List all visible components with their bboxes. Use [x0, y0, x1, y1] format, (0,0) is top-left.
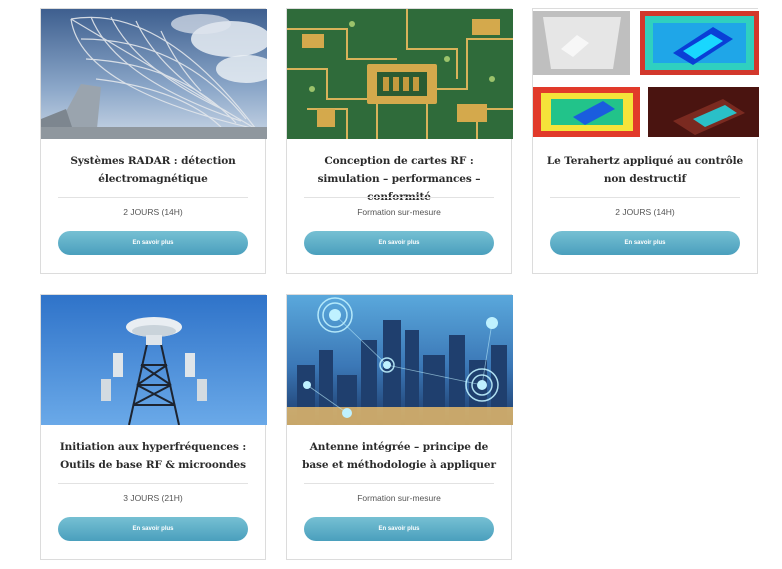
course-duration: Formation sur-mesure: [357, 207, 441, 217]
course-card: Systèmes RADAR : détection électromagnét…: [40, 8, 267, 274]
learn-more-button[interactable]: En savoir plus: [58, 231, 248, 255]
divider: [550, 197, 740, 198]
course-duration: Formation sur-mesure: [357, 493, 441, 503]
course-title: Systèmes RADAR : détection électromagnét…: [70, 155, 236, 185]
course-duration: 2 JOURS (14H): [123, 207, 183, 217]
learn-more-button[interactable]: En savoir plus: [304, 231, 494, 255]
antenna-tower-image[interactable]: [41, 295, 267, 425]
learn-more-button[interactable]: En savoir plus: [550, 231, 740, 255]
learn-more-button[interactable]: En savoir plus: [58, 517, 248, 541]
smart-city-image[interactable]: [287, 295, 513, 425]
learn-more-button[interactable]: En savoir plus: [304, 517, 494, 541]
course-card: Le Terahertz appliqué au contrôle non de…: [532, 8, 759, 274]
divider: [304, 197, 494, 198]
radar-dish-image[interactable]: [41, 9, 267, 139]
course-title: Antenne intégrée – principe de base et m…: [302, 441, 496, 471]
course-title: Le Terahertz appliqué au contrôle non de…: [546, 155, 744, 185]
course-title: Initiation aux hyperfréquences : Outils …: [59, 441, 247, 471]
course-card: Initiation aux hyperfréquences : Outils …: [40, 294, 267, 560]
divider: [304, 483, 494, 484]
course-duration: 3 JOURS (21H): [123, 493, 183, 503]
pcb-board-image[interactable]: [287, 9, 513, 139]
course-card: Antenne intégrée – principe de base et m…: [286, 294, 513, 560]
course-card: Conception de cartes RF : simulation – p…: [286, 8, 513, 274]
course-duration: 2 JOURS (14H): [615, 207, 675, 217]
divider: [58, 197, 248, 198]
divider: [58, 483, 248, 484]
terahertz-scans-image[interactable]: [533, 9, 759, 139]
